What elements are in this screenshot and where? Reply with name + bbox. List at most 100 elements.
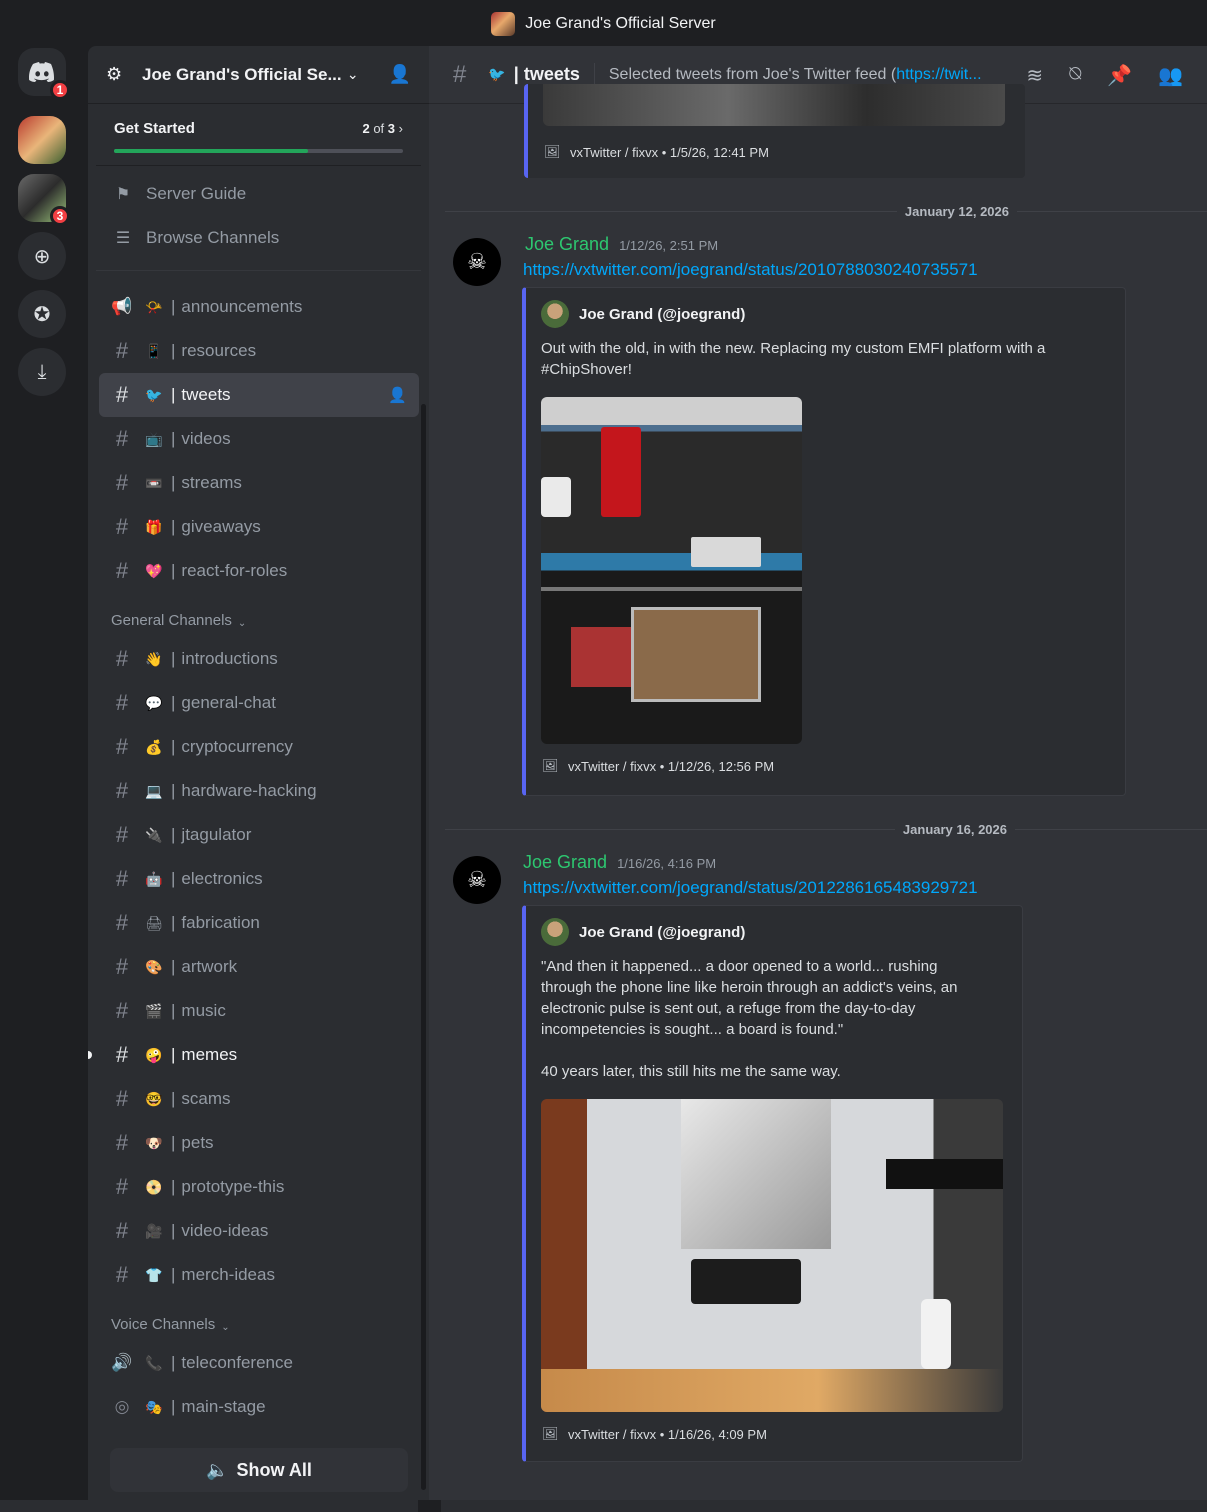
server-guide-link[interactable]: ⚑ Server Guide xyxy=(96,172,421,216)
hash-icon: # xyxy=(115,778,129,803)
signpost-icon: ⚑ xyxy=(115,186,131,203)
image-icon: 🖼 xyxy=(542,1426,559,1441)
stage-icon: ◎ xyxy=(114,1397,130,1416)
home-button[interactable]: 1 xyxy=(18,48,70,100)
channel-cryptocurrency[interactable]: # 💰 | cryptocurrency xyxy=(99,725,419,769)
hash-icon: # xyxy=(115,338,129,363)
chevron-down-icon: ⌄ xyxy=(346,66,359,82)
embed-footer: 🖼 vxTwitter / fixvx • 1/12/26, 12:56 PM xyxy=(542,758,775,774)
server-rail: 1 3 ⊕ ✪ ⤓ xyxy=(0,48,84,1512)
message[interactable]: ☠ Joe Grand 1/12/26, 2:51 PM https://vxt… xyxy=(429,234,1207,796)
channel-main-stage[interactable]: ◎ 🎭 | main-stage xyxy=(99,1385,419,1429)
category-voice-channels[interactable]: Voice Channels ⌄ xyxy=(88,1297,429,1341)
category-general-channels[interactable]: General Channels ⌄ xyxy=(88,593,429,637)
channel-tweets[interactable]: # 🐦 | tweets 👤 xyxy=(99,373,419,417)
channel-announcements[interactable]: 📢 📯 | announcements xyxy=(99,285,419,329)
unread-indicator xyxy=(88,1051,92,1059)
timestamp: 1/12/26, 2:51 PM xyxy=(619,238,719,253)
hash-icon: # xyxy=(115,1262,129,1287)
channel-memes[interactable]: # 🤪 | memes xyxy=(88,1033,419,1077)
hash-icon: # xyxy=(115,910,129,935)
server-badge: 3 xyxy=(50,206,70,226)
get-started-panel[interactable]: Get Started 2 of 3 › xyxy=(96,104,421,166)
author-name[interactable]: Joe Grand xyxy=(523,852,607,873)
embed-author[interactable]: Joe Grand (@joegrand) xyxy=(541,918,745,946)
tweet-embed: Joe Grand (@joegrand) Out with the old, … xyxy=(522,287,1126,796)
channel-jtagulator[interactable]: # 🔌 | jtagulator xyxy=(99,813,419,857)
embed-image[interactable] xyxy=(543,84,1005,126)
pin-icon[interactable]: 📌 xyxy=(1107,63,1132,88)
hash-icon: # xyxy=(115,1218,129,1243)
channel-electronics[interactable]: # 🤖 | electronics xyxy=(99,857,419,901)
hash-icon: # xyxy=(115,470,129,495)
server-header[interactable]: ⚙ Joe Grand's Official Se... ⌄ 👤 xyxy=(88,46,429,104)
channel-teleconference[interactable]: 🔊 📞 | teleconference xyxy=(99,1341,419,1385)
message-link[interactable]: https://vxtwitter.com/joegrand/status/20… xyxy=(523,878,978,898)
megaphone-icon: 📢 xyxy=(111,297,133,316)
hash-icon: # xyxy=(115,426,129,451)
member-list-icon[interactable]: 👥 xyxy=(1158,63,1183,88)
server-icon-pixel[interactable]: 3 xyxy=(18,174,70,226)
embed-footer: 🖼 vxTwitter / fixvx • 1/5/26, 12:41 PM xyxy=(544,144,769,160)
chevron-down-icon: ⌄ xyxy=(237,618,247,629)
channel-giveaways[interactable]: # 🎁 | giveaways xyxy=(99,505,419,549)
channel-pets[interactable]: # 🐶 | pets xyxy=(99,1121,419,1165)
add-member-icon[interactable]: 👤 xyxy=(388,386,407,404)
channel-video-ideas[interactable]: # 🎥 | video-ideas xyxy=(99,1209,419,1253)
channel-hardware-hacking[interactable]: # 💻 | hardware-hacking xyxy=(99,769,419,813)
chevron-down-icon: ⌄ xyxy=(221,1322,230,1333)
channel-scams[interactable]: # 🤓 | scams xyxy=(99,1077,419,1121)
channel-merch-ideas[interactable]: # 👕 | merch-ideas xyxy=(99,1253,419,1297)
channel-fabrication[interactable]: # 🖨 | fabrication xyxy=(99,901,419,945)
server-icon-joe-grand[interactable] xyxy=(18,116,66,164)
channel-music[interactable]: # 🎬 | music xyxy=(99,989,419,1033)
header-toolbar: ≋ ⍉ 📌 👥 xyxy=(1026,63,1183,88)
browse-channels-link[interactable]: ☰ Browse Channels xyxy=(96,216,421,260)
avatar[interactable]: ☠ xyxy=(453,238,501,286)
channel-streams[interactable]: # 📼 | streams xyxy=(99,461,419,505)
message-list: 🖼 vxTwitter / fixvx • 1/5/26, 12:41 PM J… xyxy=(429,84,1207,1500)
invite-people-icon[interactable]: 👤 xyxy=(389,64,411,85)
discover-button[interactable]: ✪ xyxy=(18,290,66,338)
embed-photo[interactable] xyxy=(541,1099,1003,1412)
message-composer-edge xyxy=(441,1500,1207,1512)
hash-icon: # xyxy=(115,558,129,583)
download-icon: ⤓ xyxy=(37,360,47,383)
topic-link[interactable]: https://twit... xyxy=(896,66,981,83)
hash-icon: # xyxy=(115,954,129,979)
embed-author[interactable]: Joe Grand (@joegrand) xyxy=(541,300,745,328)
download-apps-button[interactable]: ⤓ xyxy=(18,348,66,396)
get-started-progress-bar xyxy=(114,149,403,153)
hash-icon: # xyxy=(115,1086,129,1111)
author-name[interactable]: Joe Grand xyxy=(525,234,609,255)
channel-prototype-this[interactable]: # 📀 | prototype-this xyxy=(99,1165,419,1209)
show-all-button[interactable]: 🔈 Show All xyxy=(110,1448,408,1492)
hash-icon: # xyxy=(115,822,129,847)
window-title: Joe Grand's Official Server xyxy=(525,15,716,32)
channel-list: 📢 📯 | announcements # 📱 | resources # 🐦 | t… xyxy=(88,271,429,1429)
avatar[interactable]: ☠ xyxy=(453,856,501,904)
message[interactable]: ☠ Joe Grand 1/16/26, 4:16 PM https://vxt… xyxy=(429,852,1207,1500)
channel-resources[interactable]: # 📱 | resources xyxy=(99,329,419,373)
hash-icon: # xyxy=(453,60,467,88)
sidebar-scrollbar[interactable] xyxy=(421,404,426,1490)
add-server-button[interactable]: ⊕ xyxy=(18,232,66,280)
channel-topic[interactable]: Selected tweets from Joe's Twitter feed … xyxy=(609,66,993,84)
channel-artwork[interactable]: # 🎨 | artwork xyxy=(99,945,419,989)
chat-area: # 🐦 | tweets Selected tweets from Joe's … xyxy=(429,46,1207,1500)
channel-introductions[interactable]: # 👋 | introductions xyxy=(99,637,419,681)
message-link[interactable]: https://vxtwitter.com/joegrand/status/20… xyxy=(523,260,978,280)
threads-icon[interactable]: ≋ xyxy=(1026,63,1043,88)
embed-text: "And then it happened... a door opened t… xyxy=(541,958,958,1080)
server-avatar xyxy=(491,12,516,36)
channel-general-chat[interactable]: # 💬 | general-chat xyxy=(99,681,419,725)
embed-photo[interactable] xyxy=(541,397,802,744)
notification-bell-muted-icon[interactable]: ⍉ xyxy=(1069,63,1081,88)
embed-author-avatar xyxy=(541,300,569,328)
image-icon: 🖼 xyxy=(544,144,561,159)
channel-react-for-roles[interactable]: # 💖 | react-for-roles xyxy=(99,549,419,593)
date-divider: January 16, 2026 xyxy=(445,819,1207,839)
channel-videos[interactable]: # 📺 | videos xyxy=(99,417,419,461)
server-settings-icon: ⚙ xyxy=(106,64,123,84)
hash-icon: # xyxy=(115,514,129,539)
